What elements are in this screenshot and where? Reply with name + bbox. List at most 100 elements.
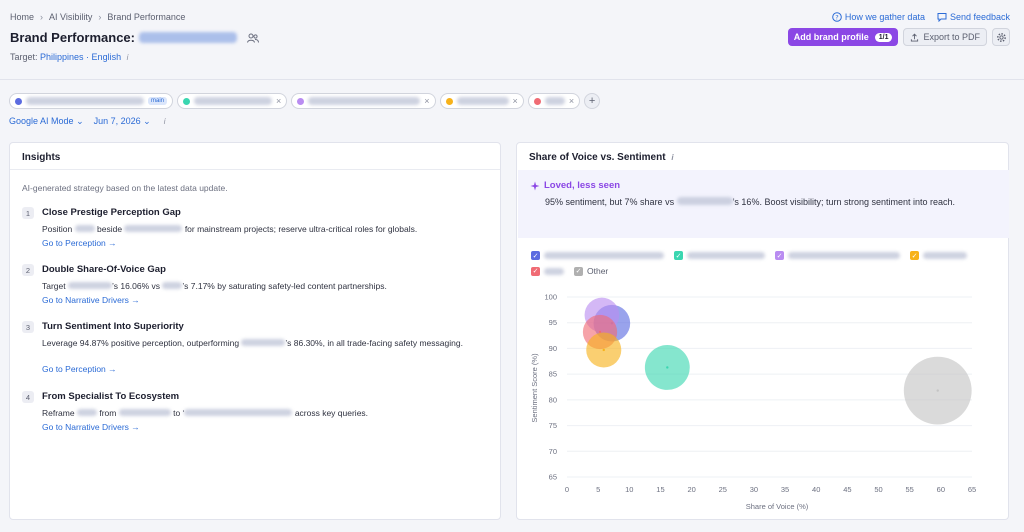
insight-heading: From Specialist To Ecosystem xyxy=(42,391,180,402)
redacted-brand xyxy=(308,97,421,105)
text: ’s 16.06% vs xyxy=(112,281,161,291)
target-link[interactable]: Philippines · English xyxy=(40,52,121,62)
chart-legend: ✓ ✓ ✓ ✓ ✓ ✓ Other xyxy=(531,251,1001,276)
callout-body: 95% sentiment, but 7% share vs ’s 16%. B… xyxy=(545,196,985,209)
legend-item[interactable]: ✓ Other xyxy=(574,266,608,276)
breadcrumb-ai-visibility[interactable]: AI Visibility xyxy=(49,12,92,22)
x-tick-label: 60 xyxy=(937,485,945,494)
go-to-narrative-drivers-link[interactable]: Go to Narrative Drivers → xyxy=(42,422,140,432)
close-icon[interactable]: × xyxy=(569,96,574,106)
y-tick-label: 80 xyxy=(549,395,557,404)
legend-item[interactable]: ✓ xyxy=(531,251,664,260)
text: Target xyxy=(42,281,66,291)
go-to-perception-link[interactable]: Go to Perception → xyxy=(42,364,117,374)
add-brand-profile-button[interactable]: Add brand profile 1/1 xyxy=(787,28,899,46)
feedback-icon xyxy=(937,13,947,22)
text: across key queries. xyxy=(294,408,369,418)
brand-chip[interactable]: × xyxy=(439,93,524,109)
chevron-right-icon: › xyxy=(98,12,102,22)
checkbox-icon[interactable]: ✓ xyxy=(910,251,919,260)
y-tick-label: 70 xyxy=(549,447,557,456)
brand-chip[interactable]: × xyxy=(177,93,288,109)
gear-icon xyxy=(996,32,1006,42)
legend-label-other: Other xyxy=(587,266,609,276)
top-links: ? How we gather data Send feedback xyxy=(832,12,1010,22)
brand-chip[interactable]: main xyxy=(9,93,174,109)
data-point-center xyxy=(936,389,939,392)
x-tick-label: 25 xyxy=(719,485,727,494)
breadcrumb-current: Brand Performance xyxy=(107,12,186,22)
insight-number: 4 xyxy=(22,391,34,403)
redacted-brand xyxy=(456,97,509,105)
page-title: Brand Performance: xyxy=(10,30,259,45)
breadcrumb-home[interactable]: Home xyxy=(10,12,34,22)
redacted-brand xyxy=(544,97,565,105)
data-point-center xyxy=(666,366,669,369)
go-to-perception-link[interactable]: Go to Perception → xyxy=(42,238,117,248)
checkbox-icon[interactable]: ✓ xyxy=(531,266,540,276)
chart-bubbles xyxy=(582,297,972,425)
redacted-text xyxy=(241,339,286,346)
how-we-gather-link[interactable]: ? How we gather data xyxy=(832,12,925,22)
redacted-text xyxy=(76,409,97,416)
text: ’s 86.30%, in all trade-facing safety xyxy=(285,338,418,348)
send-feedback-link[interactable]: Send feedback xyxy=(937,12,1010,22)
info-icon[interactable]: i xyxy=(671,153,673,162)
go-to-narrative-drivers-link[interactable]: Go to Narrative Drivers → xyxy=(42,295,140,305)
data-point-center xyxy=(602,348,605,352)
breadcrumb: Home › AI Visibility › Brand Performance xyxy=(10,12,185,22)
upload-icon xyxy=(911,33,919,42)
insight-body: Position beside for mainstream projects;… xyxy=(42,223,482,235)
checkbox-icon[interactable]: ✓ xyxy=(674,251,683,260)
x-tick-label: 30 xyxy=(750,485,758,494)
legend-item[interactable]: ✓ xyxy=(910,251,967,260)
main-badge: main xyxy=(148,97,168,105)
x-tick-label: 35 xyxy=(781,485,789,494)
x-tick-label: 15 xyxy=(656,485,664,494)
legend-item[interactable]: ✓ xyxy=(775,251,900,260)
add-brand-icon[interactable]: + xyxy=(584,93,601,109)
mode-dropdown[interactable]: Google AI Mode ⌄ xyxy=(9,116,84,127)
brand-count-badge: 1/1 xyxy=(874,32,893,42)
insight-heading: Double Share-Of-Voice Gap xyxy=(42,264,166,275)
info-icon[interactable]: i xyxy=(127,53,129,62)
brand-chip[interactable]: × xyxy=(291,93,436,109)
legend-item[interactable]: ✓ xyxy=(531,266,564,276)
sov-title-text: Share of Voice vs. Sentiment xyxy=(529,152,666,163)
checkbox-icon[interactable]: ✓ xyxy=(531,251,540,260)
people-icon[interactable] xyxy=(246,33,259,43)
page-title-text: Brand Performance: xyxy=(10,30,135,45)
date-dropdown[interactable]: Jun 7, 2026 ⌄ xyxy=(94,116,151,127)
x-tick-label: 65 xyxy=(968,485,976,494)
text: Leverage 94.87% positive perception, out… xyxy=(42,338,240,348)
settings-button[interactable] xyxy=(992,28,1010,46)
export-pdf-button[interactable]: Export to PDF xyxy=(903,28,987,46)
brand-chip[interactable]: × xyxy=(527,93,581,109)
insight-body: Leverage 94.87% positive perception, out… xyxy=(42,337,482,349)
legend-item[interactable]: ✓ xyxy=(674,251,765,260)
checkbox-icon[interactable]: ✓ xyxy=(775,251,784,260)
insight-body: Reframe from to ‘ across key queries. xyxy=(42,407,482,419)
insight-callout: Loved, less seen 95% sentiment, but 7% s… xyxy=(518,170,1009,238)
close-icon[interactable]: × xyxy=(276,96,281,106)
insight-heading: Turn Sentiment Into Superiority xyxy=(42,321,184,332)
close-icon[interactable]: × xyxy=(513,96,518,106)
sov-scatter-chart: 65 70 75 80 85 90 95 100 0 5 10 15 20 25 30 35 40 45 50 55… xyxy=(530,293,976,512)
text: to ‘ xyxy=(173,408,185,418)
brand-color-dot xyxy=(15,97,22,105)
redacted-text xyxy=(74,225,95,232)
x-tick-label: 0 xyxy=(565,485,569,494)
info-icon[interactable]: i xyxy=(164,117,166,126)
how-we-gather-label: How we gather data xyxy=(844,12,925,22)
redacted-legend-label xyxy=(923,252,967,259)
x-tick-label: 20 xyxy=(687,485,695,494)
close-icon[interactable]: × xyxy=(424,96,429,106)
text: messaging. xyxy=(419,338,463,348)
text: ’s 16%. Boost visibility; turn strong se… xyxy=(732,197,928,207)
question-circle-icon: ? xyxy=(832,12,842,22)
redacted-brand-name xyxy=(138,32,237,43)
checkbox-icon[interactable]: ✓ xyxy=(574,266,583,276)
text: ’s 7.17% by saturating safety-led conten… xyxy=(182,281,387,291)
brand-color-dot xyxy=(297,97,305,105)
text: 95% sentiment, but 7% share vs xyxy=(545,197,675,207)
